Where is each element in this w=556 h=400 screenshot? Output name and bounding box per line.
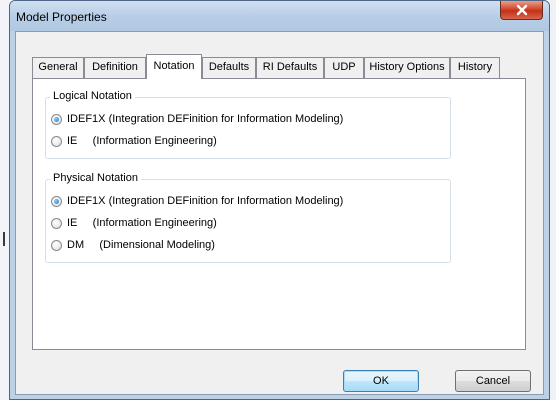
physical-idef1x-radio[interactable] — [51, 195, 62, 207]
tab-history-options[interactable]: History Options — [364, 57, 450, 78]
physical-dm-radio[interactable] — [51, 239, 62, 251]
physical-ie-label: IE (Information Engineering) — [67, 217, 217, 229]
physical-ie-radio[interactable] — [51, 217, 62, 229]
physical-ie-radio-row[interactable]: IE (Information Engineering) — [51, 216, 217, 230]
tab-strip: General Definition Notation Defaults RI … — [32, 54, 526, 79]
model-properties-dialog: Model Properties General Definition Nota… — [9, 0, 550, 400]
logical-idef1x-radio-row[interactable]: IDEF1X (Integration DEFinition for Infor… — [51, 112, 343, 126]
physical-idef1x-radio-row[interactable]: IDEF1X (Integration DEFinition for Infor… — [51, 194, 343, 208]
physical-dm-radio-row[interactable]: DM (Dimensional Modeling) — [51, 238, 215, 252]
dialog-title: Model Properties — [16, 10, 107, 24]
tab-udp[interactable]: UDP — [324, 57, 364, 78]
background-divider — [3, 232, 5, 246]
background-app-edge — [0, 0, 9, 400]
logical-idef1x-label: IDEF1X (Integration DEFinition for Infor… — [67, 113, 344, 125]
physical-notation-label: Physical Notation — [50, 172, 141, 184]
logical-ie-label: IE (Information Engineering) — [67, 135, 217, 147]
tab-general[interactable]: General — [32, 57, 84, 78]
physical-notation-group: Physical Notation IDEF1X (Integration DE… — [45, 172, 451, 263]
ok-button[interactable]: OK — [343, 370, 419, 392]
tab-notation[interactable]: Notation — [146, 54, 202, 79]
logical-idef1x-radio[interactable] — [51, 113, 62, 125]
tab-history[interactable]: History — [450, 57, 500, 78]
physical-dm-label: DM (Dimensional Modeling) — [67, 239, 215, 251]
cancel-button[interactable]: Cancel — [455, 370, 531, 392]
logical-ie-radio-row[interactable]: IE (Information Engineering) — [51, 134, 217, 148]
tab-ri-defaults[interactable]: RI Defaults — [256, 57, 324, 78]
title-bar[interactable]: Model Properties — [10, 1, 549, 31]
physical-idef1x-label: IDEF1X (Integration DEFinition for Infor… — [67, 195, 344, 207]
close-button[interactable] — [500, 1, 543, 20]
logical-notation-group: Logical Notation IDEF1X (Integration DEF… — [45, 90, 451, 159]
logical-ie-radio[interactable] — [51, 135, 62, 147]
tab-defaults[interactable]: Defaults — [202, 57, 256, 78]
tab-definition[interactable]: Definition — [84, 57, 146, 78]
dialog-client-area: General Definition Notation Defaults RI … — [15, 31, 544, 395]
logical-notation-label: Logical Notation — [50, 90, 135, 102]
notation-tab-panel: Logical Notation IDEF1X (Integration DEF… — [32, 78, 526, 350]
close-x-icon — [516, 4, 527, 16]
background-app-edge-right — [550, 0, 556, 400]
